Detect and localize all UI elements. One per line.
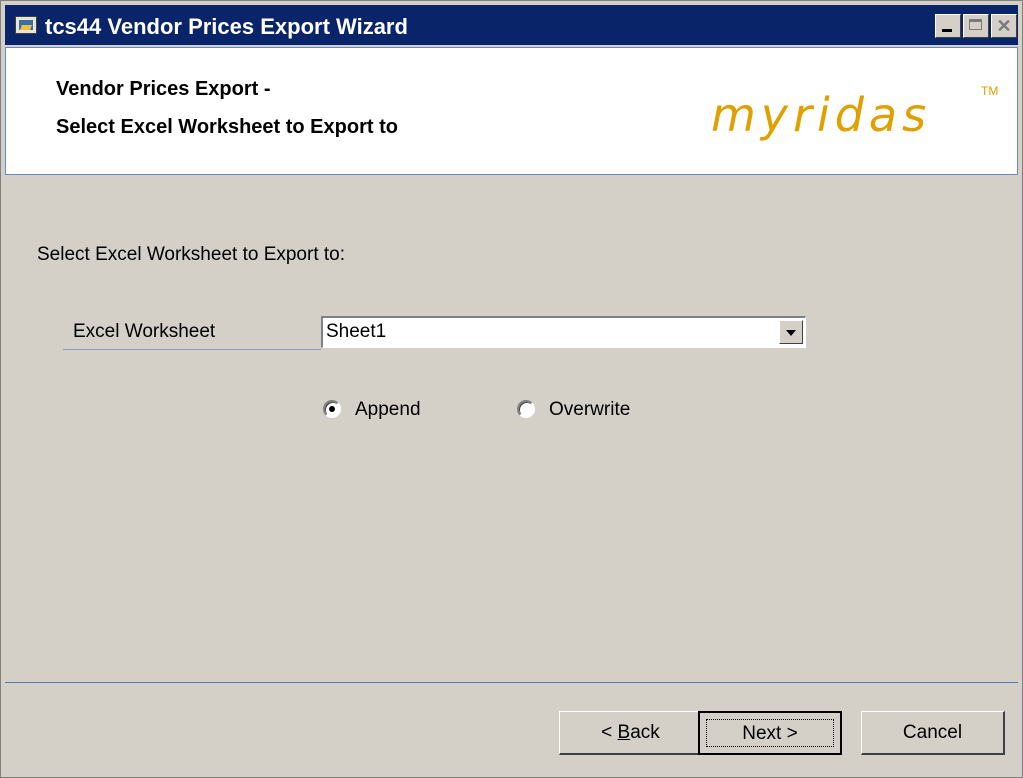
header-title: Vendor Prices Export - [56, 78, 271, 100]
next-label: Next > [742, 723, 798, 744]
brand-logo: myridas [711, 88, 932, 142]
back-prefix: < [601, 722, 618, 743]
minimize-icon[interactable] [935, 14, 961, 38]
append-radio-label[interactable]: Append [355, 399, 421, 421]
chevron-down-icon[interactable] [779, 320, 803, 344]
trademark-mark: TM [981, 84, 999, 98]
back-button[interactable]: < Back [559, 711, 703, 755]
cancel-button[interactable]: Cancel [861, 711, 1005, 755]
worksheet-select-value: Sheet1 [326, 321, 387, 342]
instruction-label: Select Excel Worksheet to Export to: [37, 244, 346, 265]
wizard-header: Vendor Prices Export - Select Excel Work… [5, 47, 1018, 175]
app-icon[interactable] [15, 16, 37, 34]
window-title: tcs44 Vendor Prices Export Wizard [45, 14, 408, 39]
cancel-label: Cancel [902, 722, 963, 743]
back-mnemonic: B [617, 722, 631, 743]
next-button[interactable]: Next > [698, 711, 842, 755]
radio-checked-icon[interactable] [323, 400, 341, 418]
back-rest: ack [630, 722, 660, 743]
worksheet-select[interactable]: Sheet1 [321, 316, 806, 348]
header-subtitle: Select Excel Worksheet to Export to [56, 116, 398, 138]
title-bar[interactable]: tcs44 Vendor Prices Export Wizard ✕ [5, 5, 1018, 45]
footer-divider [5, 682, 1018, 683]
wizard-window: tcs44 Vendor Prices Export Wizard ✕ Vend… [0, 0, 1023, 778]
overwrite-radio-label[interactable]: Overwrite [549, 399, 630, 421]
label-underline [63, 349, 321, 350]
worksheet-label: Excel Worksheet [73, 321, 216, 342]
maximize-icon[interactable] [963, 14, 989, 38]
close-icon[interactable]: ✕ [991, 14, 1017, 38]
radio-unchecked-icon[interactable] [517, 400, 535, 418]
